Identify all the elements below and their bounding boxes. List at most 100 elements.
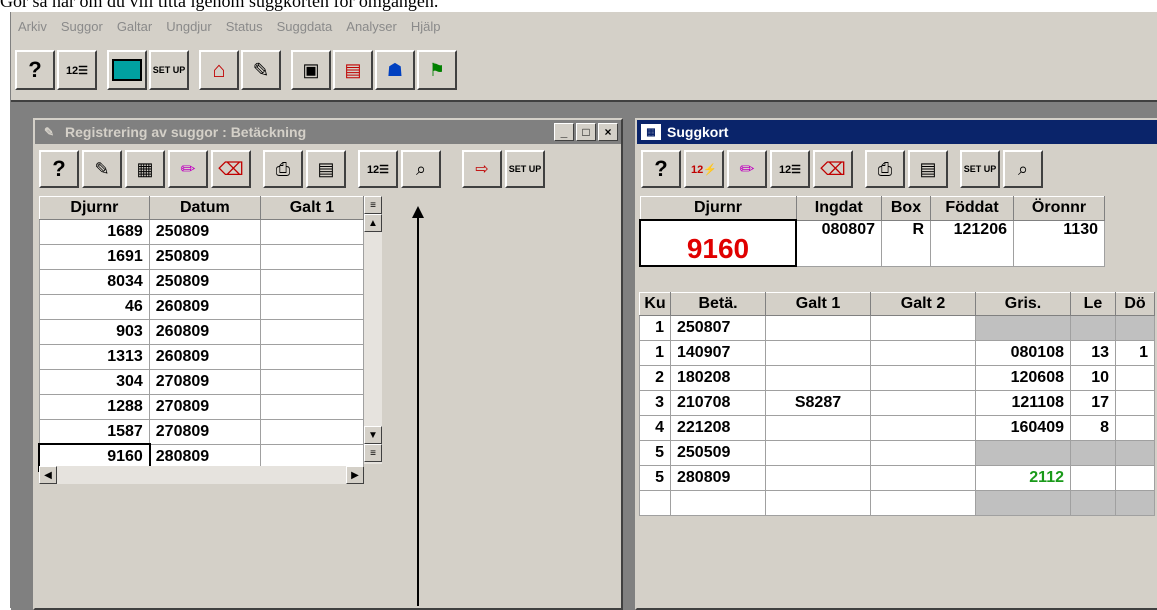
table-cell[interactable] xyxy=(765,440,871,466)
table-cell[interactable]: 1 xyxy=(1115,340,1155,366)
table-cell[interactable] xyxy=(975,440,1071,466)
table-cell[interactable]: 8034 xyxy=(39,269,150,295)
table-row[interactable]: 1 140907 080108 13 1 xyxy=(639,340,1155,366)
help-button[interactable]: ? xyxy=(15,50,55,90)
table-cell[interactable] xyxy=(870,390,976,416)
table-row[interactable]: 1313 260809 xyxy=(39,344,365,370)
table-cell[interactable] xyxy=(259,244,365,270)
table-row[interactable] xyxy=(639,490,1155,516)
column-header[interactable]: Ku xyxy=(639,292,671,316)
table-cell[interactable]: 8 xyxy=(1070,415,1116,441)
table-cell[interactable]: 260809 xyxy=(148,294,261,320)
column-header[interactable]: Gris. xyxy=(975,292,1071,316)
table-row[interactable]: 1691 250809 xyxy=(39,244,365,270)
column-header[interactable]: Datum xyxy=(148,196,261,220)
table-cell[interactable] xyxy=(1115,490,1155,516)
menu-item-suggor[interactable]: Suggor xyxy=(54,19,110,34)
sow-number[interactable]: 9160 xyxy=(639,219,797,267)
table-cell[interactable] xyxy=(870,490,976,516)
table-cell[interactable]: 260809 xyxy=(148,319,261,345)
eraser-button[interactable]: ⌫ xyxy=(211,150,251,188)
form-button[interactable]: ▤ xyxy=(306,150,346,188)
table-cell[interactable] xyxy=(765,465,871,491)
highlight-button[interactable]: ✏ xyxy=(727,150,767,188)
table-cell[interactable] xyxy=(1115,390,1155,416)
table-cell[interactable] xyxy=(259,269,365,295)
table-cell[interactable] xyxy=(765,315,871,341)
scroll-left-icon[interactable]: ◀ xyxy=(39,466,57,484)
table-cell[interactable] xyxy=(670,490,766,516)
table-cell[interactable]: 160409 xyxy=(975,415,1071,441)
table-cell[interactable] xyxy=(870,415,976,441)
table-cell[interactable]: 4 xyxy=(639,415,671,441)
table-cell[interactable] xyxy=(870,440,976,466)
table-cell[interactable]: 270809 xyxy=(148,369,261,395)
table-row[interactable]: 2 180208 120608 10 xyxy=(639,365,1155,391)
help-button[interactable]: ? xyxy=(39,150,79,188)
table-cell[interactable] xyxy=(259,394,365,420)
maximize-button[interactable]: □ xyxy=(576,123,596,141)
table-cell[interactable] xyxy=(1115,315,1155,341)
table-cell[interactable]: 2 xyxy=(639,365,671,391)
document-button[interactable]: ✎ xyxy=(241,50,281,90)
table-cell[interactable]: 270809 xyxy=(148,394,261,420)
highlight-button[interactable]: ✏ xyxy=(168,150,208,188)
table-cell[interactable]: 1689 xyxy=(39,219,150,245)
table-cell[interactable] xyxy=(870,340,976,366)
date-button[interactable]: 12☰ xyxy=(358,150,398,188)
menu-item-arkiv[interactable]: Arkiv xyxy=(11,19,54,34)
table-cell[interactable]: 250809 xyxy=(148,219,261,245)
column-header[interactable]: Galt 1 xyxy=(259,196,365,220)
vertical-scrollbar[interactable]: ≡ ▲ ▼ ≡ xyxy=(364,196,382,464)
table-cell[interactable]: 3 xyxy=(639,390,671,416)
close-button[interactable]: × xyxy=(598,123,618,141)
table-row[interactable]: 304 270809 xyxy=(39,369,365,395)
table-cell[interactable]: 180208 xyxy=(670,365,766,391)
column-header[interactable]: Föddat xyxy=(930,196,1014,221)
table-cell[interactable] xyxy=(765,365,871,391)
safe-button[interactable]: ▣ xyxy=(291,50,331,90)
table-cell[interactable] xyxy=(259,219,365,245)
table-cell[interactable]: 17 xyxy=(1070,390,1116,416)
table-cell[interactable]: 46 xyxy=(39,294,150,320)
date-color-button[interactable]: 12☰ xyxy=(770,150,810,188)
table-cell[interactable] xyxy=(259,344,365,370)
edit-record-button[interactable]: ✎ xyxy=(82,150,122,188)
table-cell[interactable]: 080108 xyxy=(975,340,1071,366)
calendar-delete-button[interactable]: 12⚡ xyxy=(684,150,724,188)
table-cell[interactable]: 1288 xyxy=(39,394,150,420)
calculator-button[interactable] xyxy=(107,50,147,90)
column-header[interactable]: Galt 2 xyxy=(870,292,976,316)
column-header[interactable]: Le xyxy=(1070,292,1116,316)
table-cell[interactable]: 903 xyxy=(39,319,150,345)
column-header[interactable]: Djurnr xyxy=(39,196,150,220)
table-row[interactable]: 3 210708 S8287 121108 17 xyxy=(639,390,1155,416)
table-cell[interactable]: 1 xyxy=(639,340,671,366)
table-row[interactable]: 903 260809 xyxy=(39,319,365,345)
menu-item-suggdata[interactable]: Suggdata xyxy=(270,19,340,34)
chart-button[interactable]: ▤ xyxy=(333,50,373,90)
table-cell[interactable] xyxy=(259,419,365,445)
table-cell[interactable] xyxy=(1070,315,1116,341)
calendar-button[interactable]: 12☰ xyxy=(57,50,97,90)
table-cell[interactable]: 260809 xyxy=(148,344,261,370)
scroll-right-icon[interactable]: ▶ xyxy=(346,466,364,484)
table-cell[interactable] xyxy=(870,465,976,491)
menu-item-galtar[interactable]: Galtar xyxy=(110,19,159,34)
column-header[interactable]: Box xyxy=(881,196,931,221)
table-row[interactable]: 8034 250809 xyxy=(39,269,365,295)
table-cell[interactable] xyxy=(1115,365,1155,391)
table-cell[interactable]: 250509 xyxy=(670,440,766,466)
table-cell[interactable]: 5 xyxy=(639,465,671,491)
setup-button[interactable]: SET UP xyxy=(960,150,1000,188)
setup-button[interactable]: SET UP xyxy=(505,150,545,188)
table-cell[interactable] xyxy=(765,490,871,516)
menu-item-ungdjur[interactable]: Ungdjur xyxy=(159,19,219,34)
export-button[interactable]: ⚑ xyxy=(417,50,457,90)
scroll-up-icon[interactable]: ▲ xyxy=(364,214,382,232)
table-cell[interactable] xyxy=(259,369,365,395)
table-cell[interactable] xyxy=(259,319,365,345)
table-cell[interactable]: 1313 xyxy=(39,344,150,370)
search-card-button[interactable]: ⌕ xyxy=(1003,150,1043,188)
table-cell[interactable] xyxy=(870,365,976,391)
